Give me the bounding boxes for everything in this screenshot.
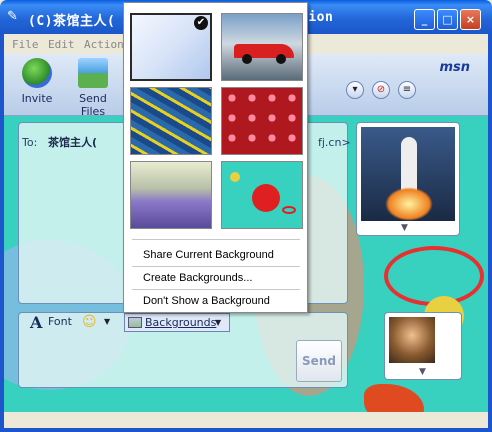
emoticon-icon[interactable]: ☺ bbox=[82, 314, 97, 330]
invite-button[interactable]: Invite bbox=[10, 58, 64, 112]
contact-name: 茶馆主人( bbox=[48, 136, 98, 149]
menu-separator bbox=[132, 289, 300, 290]
send-files-button[interactable]: Send Files bbox=[66, 58, 120, 118]
contact-display-picture[interactable]: ▼ bbox=[356, 122, 460, 236]
hearts-background[interactable] bbox=[221, 87, 303, 155]
menu-separator bbox=[132, 266, 300, 267]
chevron-down-icon[interactable]: ▼ bbox=[401, 223, 408, 233]
window-frame-right bbox=[488, 34, 492, 432]
create-backgrounds-item[interactable]: Create Backgrounds... bbox=[143, 272, 252, 284]
checkmark-icon: ✔ bbox=[194, 16, 208, 30]
menu-file[interactable]: File bbox=[12, 38, 39, 51]
send-files-label: Send Files bbox=[79, 92, 107, 118]
menu-edit[interactable]: Edit bbox=[48, 38, 75, 51]
block-icon[interactable]: ⊘ bbox=[372, 81, 390, 99]
list-menu-icon[interactable]: ≡ bbox=[398, 81, 416, 99]
dont-show-background-item[interactable]: Don't Show a Background bbox=[143, 295, 270, 307]
race-car-background[interactable] bbox=[221, 13, 303, 81]
font-button[interactable]: Font bbox=[48, 315, 72, 328]
chevron-down-icon[interactable]: ▼ bbox=[104, 317, 110, 326]
font-a-icon[interactable]: A bbox=[30, 313, 42, 332]
invite-label: Invite bbox=[21, 92, 53, 105]
chevron-down-icon: ▼ bbox=[215, 318, 222, 327]
share-current-background-item[interactable]: Share Current Background bbox=[143, 249, 274, 261]
buddy-icon bbox=[22, 58, 52, 88]
my-display-picture[interactable]: ▼ bbox=[384, 312, 462, 380]
contact-email-suffix: fj.cn> bbox=[318, 136, 351, 149]
picture-icon bbox=[78, 58, 108, 88]
format-bar: A Font ☺ ▼ Backgrounds ▼ bbox=[18, 313, 348, 333]
backgrounds-menu: ✔ Share Current Background Create Backgr… bbox=[123, 2, 308, 313]
send-button[interactable]: Send bbox=[296, 340, 342, 382]
window-title: (C)茶馆主人( bbox=[28, 14, 116, 29]
maximize-button[interactable]: □ bbox=[437, 9, 458, 30]
ring-shape bbox=[384, 246, 484, 306]
picture-icon bbox=[128, 317, 142, 328]
msn-logo: msn bbox=[439, 60, 470, 75]
chevron-down-icon[interactable]: ▾ bbox=[346, 81, 364, 99]
status-bar bbox=[4, 412, 488, 428]
minimize-button[interactable]: _ bbox=[414, 9, 435, 30]
chevron-down-icon[interactable]: ▼ bbox=[419, 367, 426, 377]
space-shuttle-image bbox=[361, 127, 455, 221]
menu-separator bbox=[132, 239, 300, 240]
space-planets-background[interactable] bbox=[221, 161, 303, 229]
close-button[interactable]: × bbox=[460, 9, 481, 30]
fish-background[interactable] bbox=[130, 87, 212, 155]
msn-messenger-icon: ✎ bbox=[7, 9, 18, 24]
lavender-background[interactable] bbox=[130, 161, 212, 229]
backgrounds-label: Backgrounds bbox=[145, 316, 217, 329]
photographer-image bbox=[389, 317, 435, 363]
window-frame-bottom bbox=[0, 428, 492, 432]
default-blue-background[interactable]: ✔ bbox=[130, 13, 212, 81]
to-label: To: bbox=[22, 136, 38, 149]
backgrounds-button[interactable]: Backgrounds ▼ bbox=[124, 313, 230, 332]
